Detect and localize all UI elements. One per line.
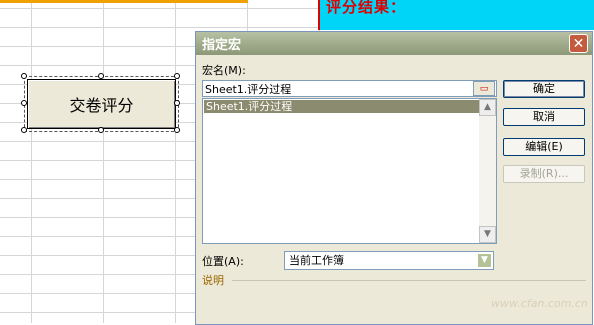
location-select[interactable]: 当前工作簿 ▼ <box>284 251 494 270</box>
resize-handle[interactable] <box>21 100 27 106</box>
record-button[interactable]: 录制(R)... <box>503 165 585 183</box>
watermark: www.cfan.com.cn <box>491 297 588 310</box>
resize-handle[interactable] <box>174 73 180 79</box>
ok-button[interactable]: 确定 <box>503 80 585 98</box>
cancel-button[interactable]: 取消 <box>503 108 585 126</box>
resize-handle[interactable] <box>21 73 27 79</box>
scroll-up-icon[interactable]: ▲ <box>479 99 496 116</box>
macro-list[interactable]: Sheet1.评分过程 ▲ ▼ <box>202 98 497 244</box>
collapse-dialog-icon[interactable]: ▭ <box>473 81 495 96</box>
result-label: 评分结果： <box>326 0 407 16</box>
macro-name-input[interactable]: Sheet1.评分过程 <box>202 80 497 97</box>
resize-handle[interactable] <box>98 127 104 133</box>
vertical-scrollbar[interactable]: ▲ ▼ <box>479 99 496 243</box>
chevron-down-icon[interactable]: ▼ <box>477 253 492 268</box>
selection-border <box>0 0 248 3</box>
resize-handle[interactable] <box>98 73 104 79</box>
dialog-title: 指定宏 <box>196 32 592 55</box>
description-divider <box>232 280 586 281</box>
edit-button[interactable]: 编辑(E) <box>503 138 585 156</box>
close-icon[interactable]: ✕ <box>569 34 588 53</box>
location-label: 位置(A): <box>202 255 244 268</box>
resize-handle[interactable] <box>21 127 27 133</box>
assign-macro-dialog: 指定宏 ✕ 宏名(M): Sheet1.评分过程 ▭ Sheet1.评分过程 ▲… <box>195 31 593 325</box>
macro-name-label: 宏名(M): <box>202 64 246 77</box>
list-item[interactable]: Sheet1.评分过程 <box>204 100 480 113</box>
resize-handle[interactable] <box>174 127 180 133</box>
location-value: 当前工作簿 <box>289 254 344 267</box>
resize-handle[interactable] <box>174 100 180 106</box>
submit-grade-button[interactable]: 交卷评分 <box>27 79 176 129</box>
scroll-down-icon[interactable]: ▼ <box>479 226 496 243</box>
description-label: 说明 <box>202 274 224 287</box>
